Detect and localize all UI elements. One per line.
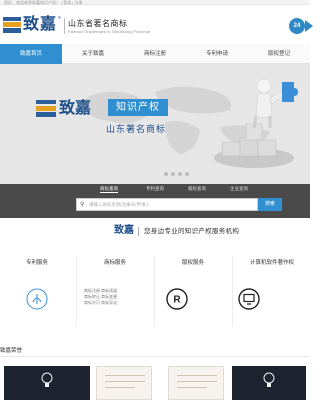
honors-gallery: [0, 366, 310, 400]
hotline-arrow-icon: [305, 20, 313, 32]
puzzle-figure-illustration: [214, 78, 298, 168]
banner-logo: 致嘉: [36, 98, 106, 120]
lightbulb-icon: [41, 372, 53, 387]
search-placeholder: 请输入商标名称/注册号/申请人: [89, 202, 150, 207]
carousel-dot[interactable]: [178, 172, 182, 176]
computer-icon: [238, 288, 260, 310]
nav-item-trademark[interactable]: 商标注册: [124, 44, 186, 64]
service-divider: [232, 256, 233, 326]
nav-item-about[interactable]: 关于致嘉: [62, 44, 124, 64]
certificate-card[interactable]: [168, 366, 224, 400]
banner-tag: 知识产权: [108, 99, 168, 116]
svg-text:R: R: [173, 295, 181, 306]
search-tab-patent[interactable]: 专利查询: [146, 186, 164, 192]
logo-mark-icon: [3, 17, 21, 33]
honor-card[interactable]: [4, 366, 90, 400]
brand-title: 山东省著名商标: [68, 19, 128, 28]
carousel-dot[interactable]: [171, 172, 175, 176]
honors-title: 致嘉荣誉: [0, 348, 23, 354]
lightbulb-icon: [263, 372, 275, 387]
services-row: 专利服务 商标服务 商标注册 商标续展 商标转让 商标变更 商标许可 商标异议 …: [0, 246, 310, 338]
banner-logo-text: 致嘉: [59, 100, 92, 117]
service-title: 版权服务: [181, 260, 204, 266]
site-logo[interactable]: 致嘉 ®: [3, 15, 61, 35]
service-trademark[interactable]: 商标服务 商标注册 商标续展 商标转让 商标变更 商标许可 商标异议: [80, 252, 150, 336]
search-input[interactable]: ⚲ 请输入商标名称/注册号/申请人: [76, 198, 258, 211]
registered-mark: ®: [58, 15, 61, 20]
tagline-logo: 致嘉: [114, 225, 134, 236]
search-button[interactable]: 搜索: [258, 198, 282, 211]
certificate-card[interactable]: [96, 366, 152, 400]
search-tab-trademark[interactable]: 商标查询: [100, 186, 118, 193]
brand-subtitle: Famous Trademark in Shandong Province: [68, 29, 151, 34]
search-tabs: 商标查询 专利查询 版权查询 企业查询: [0, 186, 310, 194]
service-copyright[interactable]: 版权服务 R: [158, 252, 228, 336]
banner-subtitle: 山东著名商标: [106, 124, 167, 134]
tagline-divider: [138, 227, 139, 236]
nav-item-patent[interactable]: 专利申请: [186, 44, 248, 64]
hero-banner[interactable]: 致嘉 知识产权 山东著名商标: [0, 64, 310, 184]
logo-text: 致嘉: [23, 16, 58, 33]
service-title: 计算机软件著作权: [249, 260, 294, 266]
search-tab-company[interactable]: 企业查询: [230, 186, 248, 192]
header-divider: [64, 18, 65, 34]
carousel-dot[interactable]: [164, 172, 168, 176]
service-title: 商标服务: [103, 260, 126, 266]
patent-icon: [26, 288, 48, 310]
nav-item-home[interactable]: 致嘉首页: [0, 44, 62, 64]
service-patent[interactable]: 专利服务: [2, 252, 72, 336]
section-divider: [0, 356, 310, 357]
tagline-text: 您身边专业的知识产权服务机构: [144, 228, 240, 235]
tagline: 致嘉 您身边专业的知识产权服务机构: [0, 218, 310, 246]
nav-item-copyright[interactable]: 版权登记: [248, 44, 310, 64]
service-divider: [154, 256, 155, 326]
banner-logo-mark-icon: [36, 100, 56, 117]
main-nav: 致嘉首页 关于致嘉 商标注册 专利申请 版权登记: [0, 44, 310, 64]
service-title: 专利服务: [25, 260, 48, 266]
service-description: 商标注册 商标续展 商标转让 商标变更 商标许可 商标异议: [84, 288, 118, 305]
search-tab-copyright[interactable]: 版权查询: [188, 186, 206, 192]
carousel-dot[interactable]: [185, 172, 189, 176]
header: 致嘉 ® 山东省著名商标 Famous Trademark in Shandon…: [0, 5, 313, 44]
registered-icon: R: [166, 288, 188, 310]
honor-card[interactable]: [232, 366, 306, 400]
search-icon: ⚲: [80, 202, 85, 208]
service-software[interactable]: 计算机软件著作权: [236, 252, 308, 336]
hotline-icon[interactable]: 24: [289, 18, 305, 34]
service-divider: [76, 256, 77, 326]
